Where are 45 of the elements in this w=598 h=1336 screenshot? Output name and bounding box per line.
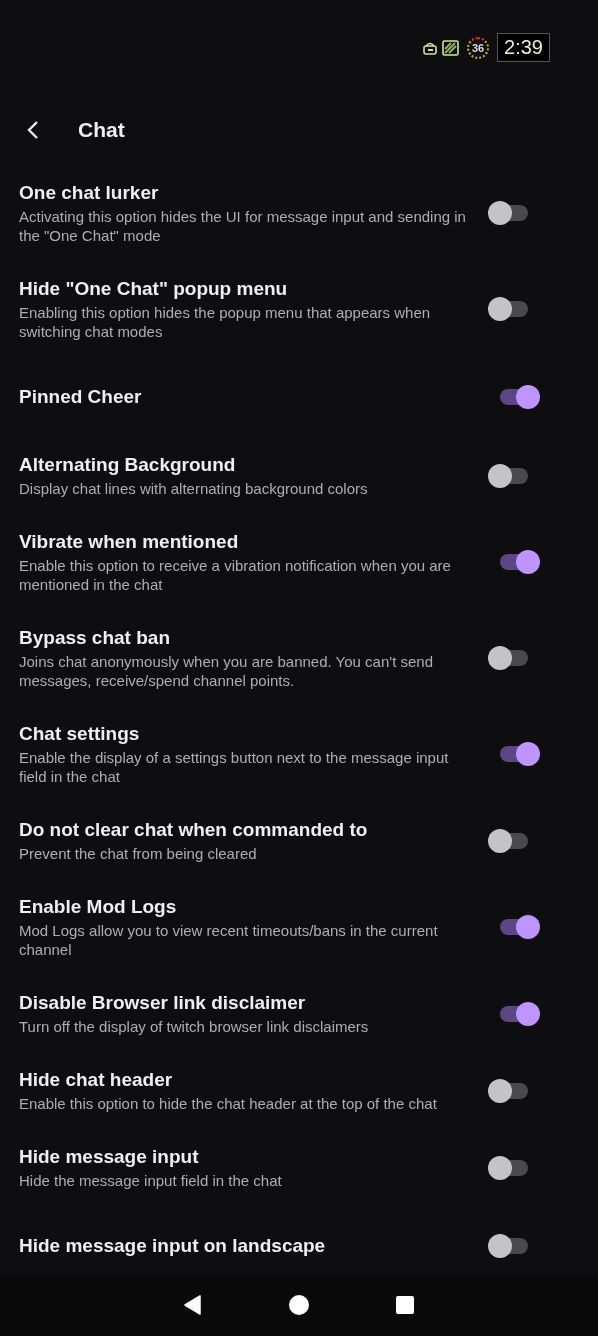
setting-title: Chat settings: [19, 722, 141, 746]
back-button[interactable]: [183, 1295, 202, 1315]
toggle-switch[interactable]: [498, 1001, 540, 1026]
setting-description: Joins chat anonymously when you are banned. You can't send messages, receive/spend channel points.: [19, 652, 434, 690]
setting-description: Display chat lines with alternating background colors: [19, 479, 369, 498]
toggle-switch[interactable]: [488, 1234, 530, 1258]
battery-indicator: 36: [467, 36, 490, 59]
home-button[interactable]: [289, 1295, 309, 1315]
setting-description: Activating this option hides the UI for message input and sending in the "One Chat" mode: [19, 207, 467, 245]
toggle-switch[interactable]: [488, 201, 530, 225]
toggle-switch[interactable]: [488, 828, 530, 853]
setting-title: Enable Mod Logs: [19, 895, 178, 919]
page-title: Chat: [78, 118, 125, 142]
setting-title: Hide message input on landscape: [19, 1234, 327, 1258]
toggle-switch[interactable]: [498, 915, 540, 939]
recents-button[interactable]: [396, 1296, 415, 1314]
toggle-switch[interactable]: [488, 1155, 530, 1180]
setting-title: Vibrate when mentioned: [19, 530, 240, 554]
setting-description: Mod Logs allow you to view recent timeouts/bans in the current channel: [19, 921, 439, 959]
setting-description: Enable this option to receive a vibration notification when you are mentioned in the chat: [19, 556, 452, 594]
setting-title: Alternating Background: [19, 453, 237, 477]
setting-description: Turn off the display of twitch browser link disclaimers: [19, 1017, 370, 1036]
setting-description: Enable this option to hide the chat header at the top of the chat: [19, 1094, 438, 1113]
toggle-switch[interactable]: [498, 385, 540, 409]
clock: 2:39: [497, 33, 550, 62]
setting-title: Disable Browser link disclaimer: [19, 991, 307, 1015]
toggle-switch[interactable]: [488, 1078, 530, 1103]
toggle-switch[interactable]: [488, 646, 530, 670]
setting-title: Hide message input: [19, 1145, 200, 1169]
setting-description: Prevent the chat from being cleared: [19, 844, 258, 863]
toggle-switch[interactable]: [488, 297, 530, 321]
setting-title: Pinned Cheer: [19, 385, 143, 409]
toggle-switch[interactable]: [488, 463, 530, 488]
back-icon[interactable]: [26, 120, 40, 140]
setting-title: Hide "One Chat" popup menu: [19, 277, 289, 301]
setting-title: Bypass chat ban: [19, 626, 171, 650]
setting-description: Enable the display of a settings button next to the message input field in the chat: [19, 748, 450, 786]
toggle-switch[interactable]: [498, 742, 540, 766]
setting-title: Do not clear chat when commanded to: [19, 818, 369, 842]
setting-title: Hide chat header: [19, 1068, 174, 1092]
setting-description: Enabling this option hides the popup menu that appears when switching chat modes: [19, 303, 432, 341]
image-icon: [442, 39, 460, 56]
setting-title: One chat lurker: [19, 181, 160, 205]
setting-description: Hide the message input field in the chat: [19, 1171, 283, 1190]
toggle-switch[interactable]: [498, 550, 540, 574]
